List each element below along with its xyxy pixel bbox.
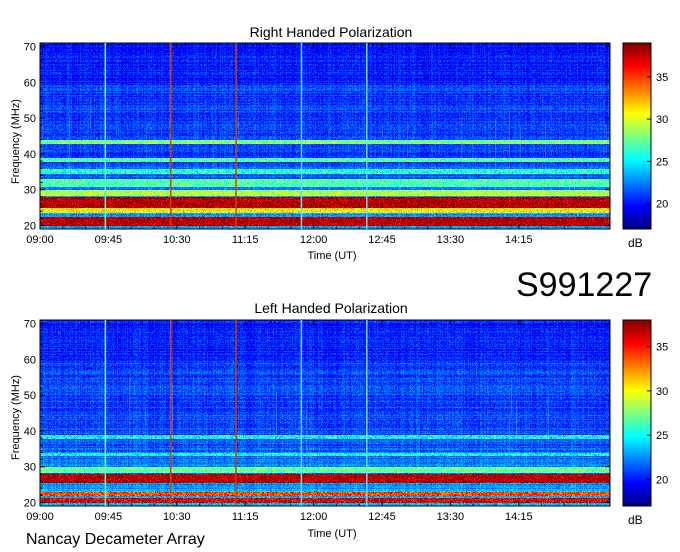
- plot-frame: [39, 319, 611, 507]
- x-tick-label: 14:15: [505, 511, 533, 523]
- y-tick-label: 70: [24, 319, 36, 331]
- x-tick-label: 11:15: [232, 511, 259, 523]
- colorbar-tick-label: 30: [656, 386, 668, 398]
- colorbar-tick-label: 20: [656, 474, 668, 486]
- x-tick-label: 10:30: [163, 511, 191, 523]
- colorbar-frame: [622, 319, 652, 507]
- colorbar-tick-label: 25: [656, 430, 668, 442]
- x-tick-label: 12:45: [368, 511, 396, 523]
- footer-caption: Nancay Decameter Array: [26, 531, 205, 548]
- y-tick-label: 40: [24, 426, 36, 438]
- x-tick-label: 09:00: [26, 511, 54, 523]
- x-tick-label: 13:30: [437, 511, 465, 523]
- x-tick-label: 09:45: [95, 511, 123, 523]
- y-tick-label: 20: [24, 497, 36, 509]
- y-tick-label: 30: [24, 462, 36, 474]
- y-tick-label: 60: [24, 354, 36, 366]
- colorbar-tick-label: 35: [656, 342, 668, 354]
- x-tick-label: 12:00: [300, 511, 328, 523]
- chart-axes: 20 30 40 50 60 70 09:00 09:45 10:30 11:15 12:00 12:…: [24, 319, 669, 523]
- y-tick-label: 50: [24, 390, 36, 402]
